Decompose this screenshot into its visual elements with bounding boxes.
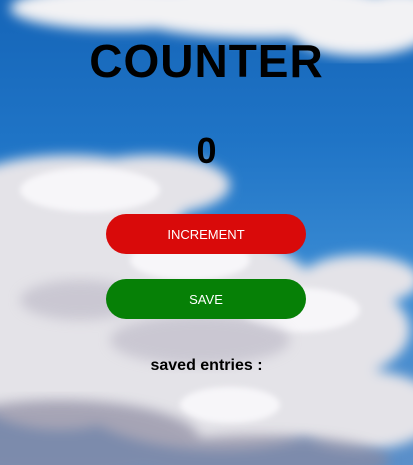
increment-button[interactable]: INCREMENT [106,214,306,254]
page-title: COUNTER [89,35,324,87]
saved-entries-label: saved entries : [150,357,263,374]
counter-value: 0 [196,130,217,171]
save-button[interactable]: SAVE [106,279,306,319]
